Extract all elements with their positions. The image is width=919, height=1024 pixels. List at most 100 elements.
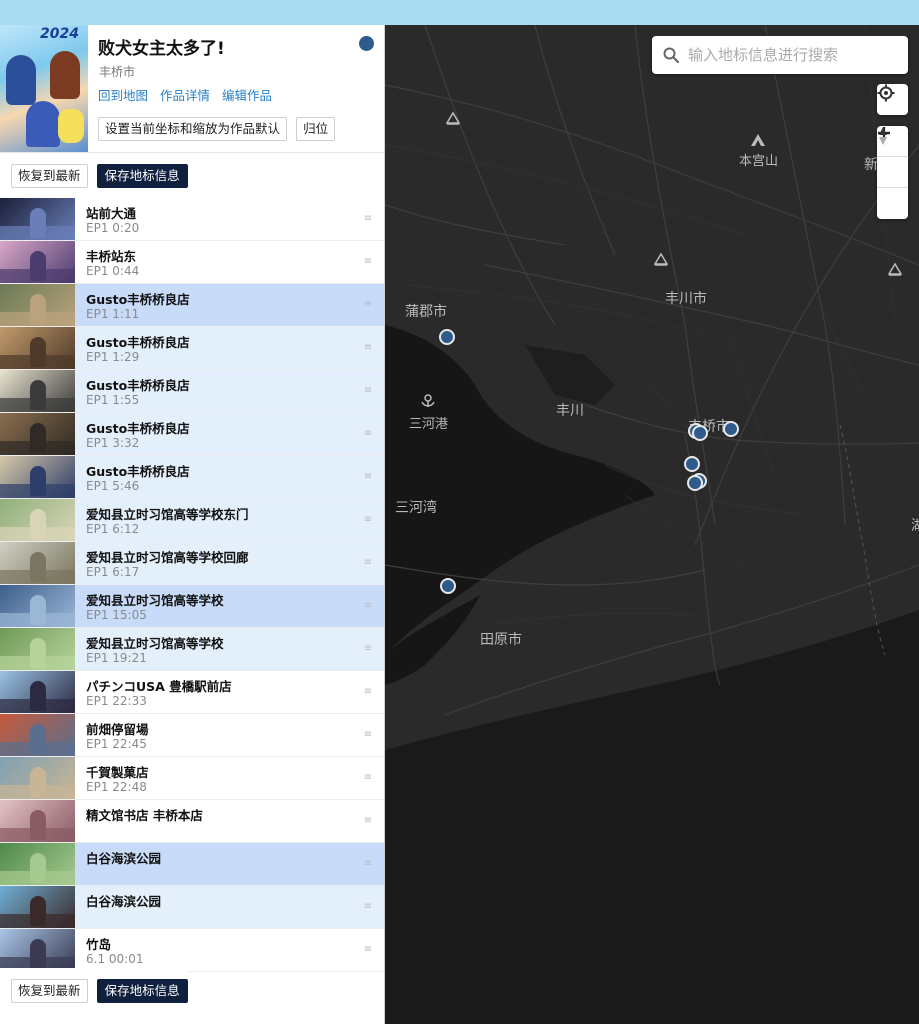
point-name: 前畑停留場 [86, 722, 149, 737]
work-title: 败犬女主太多了! [98, 39, 225, 59]
point-episode-time: EP1 0:20 [86, 221, 140, 235]
map-search-input[interactable] [688, 36, 900, 74]
work-status-dot [359, 36, 374, 51]
scene-thumbnail [0, 671, 75, 713]
point-row[interactable]: 前畑停留場 EP1 22:45 ≡ [0, 714, 384, 757]
scene-thumbnail [0, 499, 75, 541]
point-row[interactable]: Gusto丰桥桥良店 EP1 1:55 ≡ [0, 370, 384, 413]
save-points-button[interactable]: 保存地标信息 [96, 164, 188, 188]
drag-handle-icon[interactable]: ≡ [363, 386, 373, 396]
locate-button[interactable] [877, 84, 908, 115]
point-row[interactable]: 千賀製菓店 EP1 22:48 ≡ [0, 757, 384, 800]
point-row[interactable]: Gusto丰桥桥良店 EP1 1:29 ≡ [0, 327, 384, 370]
point-row[interactable]: Gusto丰桥桥良店 EP1 5:46 ≡ [0, 456, 384, 499]
point-episode-time: EP1 15:05 [86, 608, 147, 622]
map-pin[interactable] [684, 456, 700, 472]
drag-handle-icon[interactable]: ≡ [363, 429, 373, 439]
drag-handle-icon[interactable]: ≡ [363, 601, 373, 611]
map-label-gamagori: 蒲郡市 [405, 304, 447, 320]
reset-view-button[interactable]: 归位 [296, 117, 336, 141]
map-pin[interactable] [440, 578, 456, 594]
point-row[interactable]: 丰桥站东 EP1 0:44 ≡ [0, 241, 384, 284]
point-episode-time: EP1 0:44 [86, 264, 140, 278]
point-episode-time: EP1 22:45 [86, 737, 147, 751]
point-name: Gusto丰桥桥良店 [86, 378, 190, 393]
map-label-mikawa-port: 三河港 [409, 417, 449, 432]
point-name: 精文馆书店 丰桥本店 [86, 808, 203, 823]
drag-handle-icon[interactable]: ≡ [363, 300, 373, 310]
point-list: 站前大通 EP1 0:20 ≡ 丰桥站东 EP1 0:44 ≡ Gusto丰桥桥良店 EP1 … [0, 198, 384, 972]
map-pin[interactable] [687, 475, 703, 491]
compass-button[interactable] [877, 127, 908, 219]
point-row[interactable]: 竹岛 6.1 00:01 ≡ [0, 929, 384, 972]
bottom-action-row: 恢复到最新 保存地标信息 [0, 968, 188, 1024]
point-name: 千賀製菓店 [86, 765, 149, 780]
zoom-out-button[interactable] [877, 131, 908, 188]
point-name: 站前大通 [86, 206, 137, 221]
back-to-map-link[interactable]: 回到地图 [98, 88, 148, 103]
save-points-button-bottom[interactable]: 保存地标信息 [96, 979, 188, 1003]
set-default-view-button[interactable]: 设置当前坐标和缩放为作品默认 [98, 117, 288, 141]
drag-handle-icon[interactable]: ≡ [363, 816, 373, 826]
restore-latest-button-bottom[interactable]: 恢复到最新 [11, 979, 88, 1003]
point-row[interactable]: 爱知县立时习馆高等学校 EP1 15:05 ≡ [0, 585, 384, 628]
point-name: Gusto丰桥桥良店 [86, 292, 190, 307]
port-icon [421, 394, 435, 407]
point-row[interactable]: Gusto丰桥桥良店 EP1 3:32 ≡ [0, 413, 384, 456]
cover-year: 2024 [40, 26, 79, 42]
drag-handle-icon[interactable]: ≡ [363, 945, 373, 955]
point-name: 爱知县立时习馆高等学校回廊 [86, 550, 249, 565]
drag-handle-icon[interactable]: ≡ [363, 644, 373, 654]
point-episode-time: EP1 1:55 [86, 393, 140, 407]
point-row[interactable]: 白谷海滨公园 ≡ [0, 843, 384, 886]
shrine-icon [445, 111, 461, 125]
drag-handle-icon[interactable]: ≡ [363, 902, 373, 912]
work-detail-link[interactable]: 作品详情 [160, 88, 210, 103]
point-row[interactable]: パチンコUSA 豊橋駅前店 EP1 22:33 ≡ [0, 671, 384, 714]
locate-control [877, 84, 908, 115]
work-city: 丰桥市 [99, 65, 136, 79]
drag-handle-icon[interactable]: ≡ [363, 214, 373, 224]
work-cover-image: 2024 [0, 25, 88, 152]
point-row[interactable]: 爱知县立时习馆高等学校东门 EP1 6:12 ≡ [0, 499, 384, 542]
drag-handle-icon[interactable]: ≡ [363, 730, 373, 740]
point-row[interactable]: Gusto丰桥桥良店 EP1 1:11 ≡ [0, 284, 384, 327]
scene-thumbnail [0, 929, 75, 971]
point-episode-time: EP1 3:32 [86, 436, 140, 450]
drag-handle-icon[interactable]: ≡ [363, 343, 373, 353]
point-name: 丰桥站东 [86, 249, 137, 264]
drag-handle-icon[interactable]: ≡ [363, 773, 373, 783]
point-episode-time: EP1 1:11 [86, 307, 140, 321]
scene-thumbnail [0, 757, 75, 799]
point-row[interactable]: 精文馆书店 丰桥本店 ≡ [0, 800, 384, 843]
work-buttons: 设置当前坐标和缩放为作品默认 归位 [98, 117, 339, 141]
map-label-tahara: 田原市 [480, 632, 522, 648]
map-label-ko: 湖 [911, 518, 919, 534]
drag-handle-icon[interactable]: ≡ [363, 687, 373, 697]
map-pin[interactable] [439, 329, 455, 345]
point-name: 爱知县立时习馆高等学校 [86, 593, 224, 608]
map-base [385, 25, 919, 1024]
point-name: 白谷海滨公园 [86, 851, 162, 866]
point-row[interactable]: 白谷海滨公园 ≡ [0, 886, 384, 929]
point-row[interactable]: 站前大通 EP1 0:20 ≡ [0, 198, 384, 241]
drag-handle-icon[interactable]: ≡ [363, 257, 373, 267]
point-row[interactable]: 爱知县立时习馆高等学校 EP1 19:21 ≡ [0, 628, 384, 671]
drag-handle-icon[interactable]: ≡ [363, 472, 373, 482]
point-name: Gusto丰桥桥良店 [86, 464, 190, 479]
drag-handle-icon[interactable]: ≡ [363, 515, 373, 525]
drag-handle-icon[interactable]: ≡ [363, 558, 373, 568]
map-view[interactable]: 本宫山 丰川市 蒲郡市 三河港 丰川 丰桥市 三河湾 田原市 新 湖 [385, 25, 919, 1024]
point-row[interactable]: 爱知县立时习馆高等学校回廊 EP1 6:17 ≡ [0, 542, 384, 585]
drag-handle-icon[interactable]: ≡ [363, 859, 373, 869]
work-links: 回到地图 作品详情 编辑作品 [98, 85, 280, 104]
point-name: パチンコUSA 豊橋駅前店 [86, 679, 232, 694]
map-label-shin: 新 [864, 157, 878, 173]
map-pin[interactable] [723, 421, 739, 437]
restore-latest-button[interactable]: 恢复到最新 [11, 164, 88, 188]
point-episode-time: EP1 6:17 [86, 565, 140, 579]
scene-thumbnail [0, 456, 75, 498]
edit-work-link[interactable]: 编辑作品 [222, 88, 272, 103]
crosshair-icon [877, 84, 895, 102]
map-pin[interactable] [692, 425, 708, 441]
